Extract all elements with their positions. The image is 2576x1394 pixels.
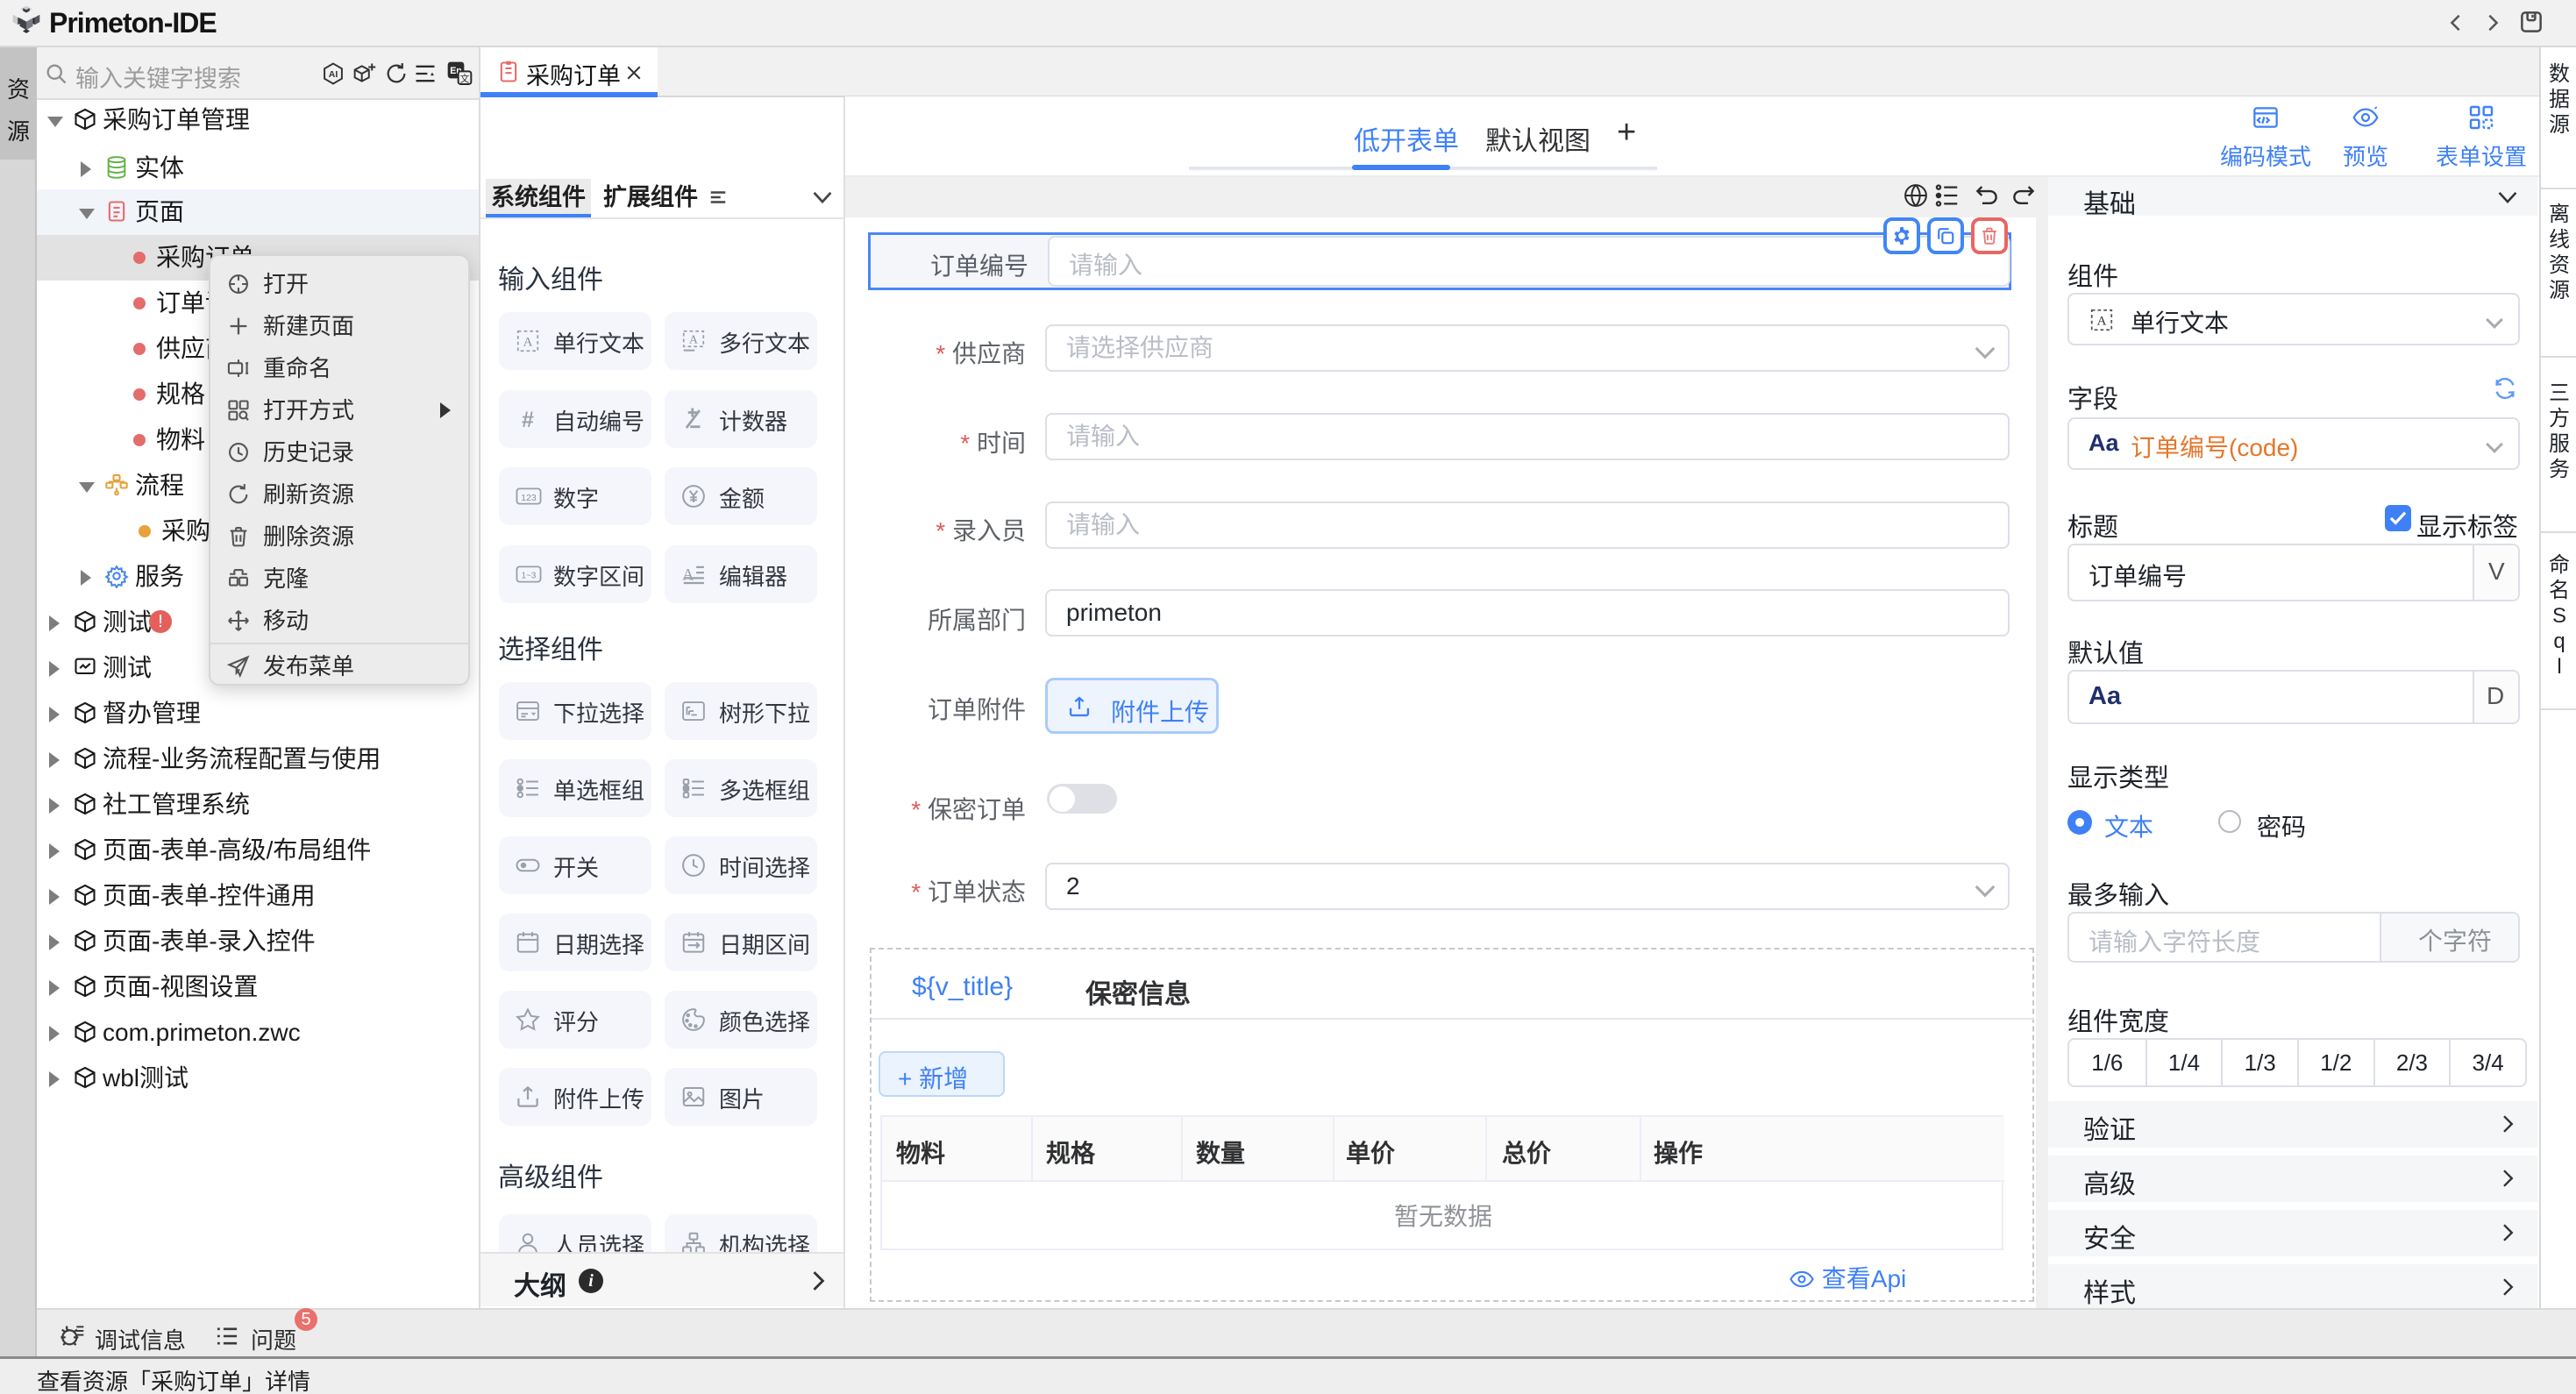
svg-text:A: A <box>523 336 533 350</box>
svg-text:文: 文 <box>460 73 470 84</box>
svg-text:A: A <box>689 333 698 346</box>
svg-text:AI: AI <box>329 69 338 80</box>
svg-text:A: A <box>2097 315 2107 329</box>
svg-text:#: # <box>522 407 534 431</box>
svg-text:1~3: 1~3 <box>522 571 537 580</box>
svg-text:123: 123 <box>521 494 537 503</box>
svg-text:A: A <box>682 565 694 584</box>
